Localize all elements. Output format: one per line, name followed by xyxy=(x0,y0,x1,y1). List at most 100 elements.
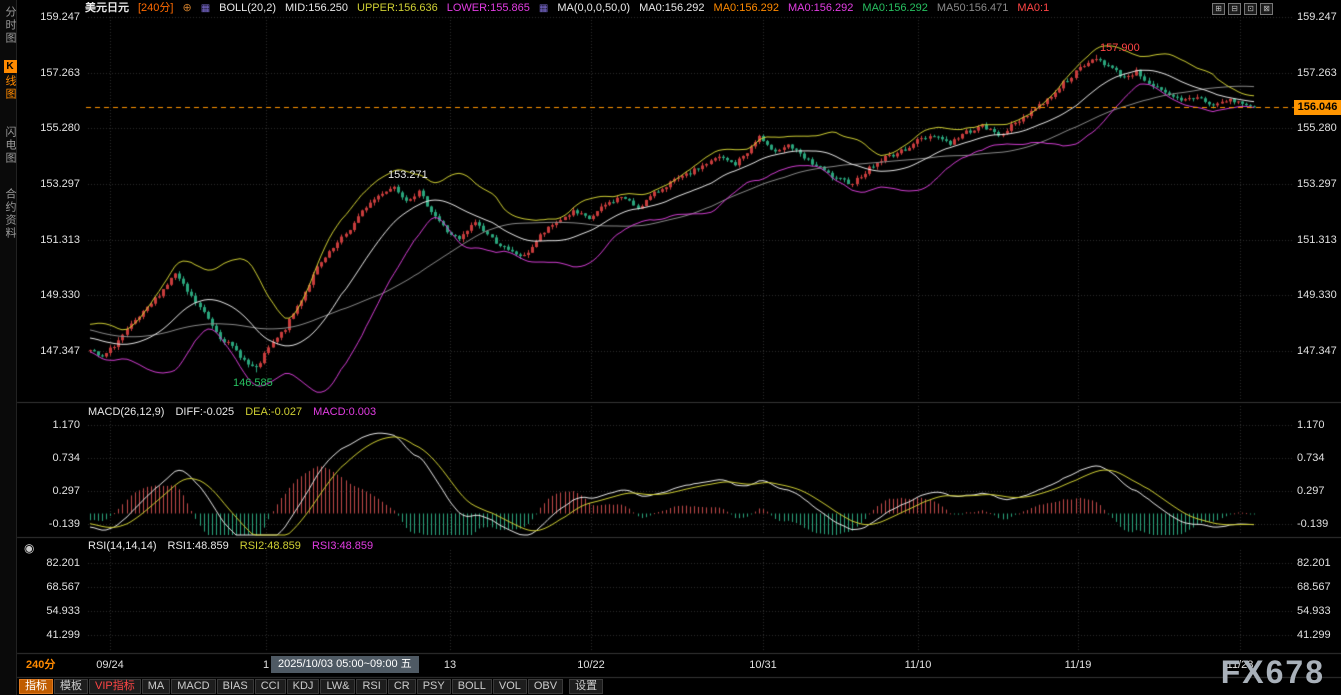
price-axis-label: 157.263 xyxy=(1297,67,1337,80)
kline-k-badge: K xyxy=(4,60,17,73)
price-axis-label: 159.247 xyxy=(20,11,80,24)
x-axis-label: 13 xyxy=(444,659,456,672)
macd-axis-label: 0.297 xyxy=(1297,485,1325,498)
high-price-annotation: 157.900 xyxy=(1100,42,1140,55)
toolbar-button-kdj[interactable]: KDJ xyxy=(287,679,320,694)
toolbar-button-ma[interactable]: MA xyxy=(142,679,171,694)
x-axis-label: 1 xyxy=(263,659,269,672)
rsi-axis-label: 54.933 xyxy=(20,605,80,618)
price-axis-label: 151.313 xyxy=(20,234,80,247)
rsi-axis-label: 54.933 xyxy=(1297,605,1331,618)
ma-value-1: MA0:156.292 xyxy=(639,2,704,15)
price-axis-label: 153.297 xyxy=(1297,178,1337,191)
circle-plus-icon[interactable]: ⊕ xyxy=(182,2,191,15)
toolbar-button-indicator[interactable]: 指标 xyxy=(19,679,53,694)
rsi-panel-icon[interactable]: ◉ xyxy=(24,542,34,555)
price-axis-label: 149.330 xyxy=(1297,289,1337,302)
price-axis-label: 155.280 xyxy=(20,122,80,135)
rsi-legend: RSI(14,14,14) RSI1:48.859 RSI2:48.859 RS… xyxy=(88,540,381,553)
current-price-tag: 156.046 xyxy=(1294,100,1341,115)
macd-axis-label: 1.170 xyxy=(20,419,80,432)
price-axis-label: 149.330 xyxy=(20,289,80,302)
toolbar-button-vol[interactable]: VOL xyxy=(493,679,527,694)
ma-value-4: MA0:156.292 xyxy=(862,2,927,15)
boll-indicator-icon[interactable]: ▦ xyxy=(201,2,210,15)
window-control-icon-2[interactable]: ⊟ xyxy=(1228,3,1241,15)
price-axis-label: 153.297 xyxy=(20,178,80,191)
macd-axis-label: 0.297 xyxy=(20,485,80,498)
chart-header: 美元日元 [240分] ⊕ ▦ BOLL(20,2) MID:156.250 U… xyxy=(85,2,1049,15)
chart-canvas[interactable] xyxy=(0,0,1341,695)
price-axis-label: 147.347 xyxy=(1297,345,1337,358)
sidebar-item-flash-chart[interactable]: 闪电图 xyxy=(2,126,18,165)
toolbar-button-rsi[interactable]: RSI xyxy=(356,679,386,694)
ma-indicator-icon[interactable]: ▦ xyxy=(539,2,548,15)
x-axis-label: 11/19 xyxy=(1065,659,1092,672)
rsi1-value: RSI1:48.859 xyxy=(168,540,229,552)
toolbar-button-psy[interactable]: PSY xyxy=(417,679,451,694)
toolbar-button-template[interactable]: 模板 xyxy=(54,679,88,694)
rsi3-value: RSI3:48.859 xyxy=(312,540,373,552)
toolbar-button-macd[interactable]: MACD xyxy=(171,679,215,694)
sidebar-item-time-chart[interactable]: 分时图 xyxy=(2,6,18,45)
boll-mid-value: MID:156.250 xyxy=(285,2,348,15)
rsi2-value: RSI2:48.859 xyxy=(240,540,301,552)
sidebar-item-kline-chart[interactable]: K 线图 xyxy=(2,60,18,101)
boll-label: BOLL(20,2) xyxy=(219,2,276,15)
ma50-value: MA50:156.471 xyxy=(937,2,1009,15)
rsi-axis-label: 82.201 xyxy=(1297,557,1331,570)
macd-axis-label: -0.139 xyxy=(20,518,80,531)
price-axis-label: 147.347 xyxy=(20,345,80,358)
toolbar-button-settings[interactable]: 设置 xyxy=(569,679,603,694)
toolbar-button-boll[interactable]: BOLL xyxy=(452,679,492,694)
left-sidebar: 分时图 K 线图 闪电图 合约资料 xyxy=(0,0,17,695)
price-axis-label: 157.263 xyxy=(20,67,80,80)
rsi-axis-label: 68.567 xyxy=(20,581,80,594)
ma-value-2: MA0:156.292 xyxy=(714,2,779,15)
symbol-name: 美元日元 xyxy=(85,2,129,15)
macd-legend: MACD(26,12,9) DIFF:-0.025 DEA:-0.027 MAC… xyxy=(88,406,384,419)
indicator-toolbar: 指标 模板 VIP指标 MA MACD BIAS CCI KDJ LW& RSI… xyxy=(17,678,603,695)
macd-diff-value: DIFF:-0.025 xyxy=(175,406,234,418)
toolbar-button-bias[interactable]: BIAS xyxy=(217,679,254,694)
fx678-watermark: FX678 xyxy=(1221,655,1325,689)
price-axis-label: 151.313 xyxy=(1297,234,1337,247)
x-axis-label: 10/22 xyxy=(577,659,605,672)
toolbar-button-cr[interactable]: CR xyxy=(388,679,416,694)
ma-value-3: MA0:156.292 xyxy=(788,2,853,15)
crosshair-date-tooltip: 2025/10/03 05:00~09:00 五 xyxy=(271,656,419,673)
price-axis-label: 159.247 xyxy=(1297,11,1337,24)
rsi-axis-label: 68.567 xyxy=(1297,581,1331,594)
window-controls: ⊞ ⊟ ⊡ ⊠ xyxy=(1212,3,1273,15)
rsi-axis-label: 41.299 xyxy=(1297,629,1331,642)
macd-label: MACD(26,12,9) xyxy=(88,406,164,418)
macd-value: MACD:0.003 xyxy=(313,406,376,418)
sidebar-item-contract-info[interactable]: 合约资料 xyxy=(2,188,18,240)
macd-axis-label: 0.734 xyxy=(1297,452,1325,465)
rsi-axis-label: 82.201 xyxy=(20,557,80,570)
toolbar-button-vip-indicator[interactable]: VIP指标 xyxy=(89,679,141,694)
interval-label: [240分] xyxy=(138,2,173,15)
x-axis-label: 09/24 xyxy=(96,659,124,672)
toolbar-button-obv[interactable]: OBV xyxy=(528,679,563,694)
timeframe-label[interactable]: 240分 xyxy=(26,659,55,672)
kline-label: 线图 xyxy=(4,75,16,101)
price-axis-label: 155.280 xyxy=(1297,122,1337,135)
low-price-annotation: 146.585 xyxy=(233,377,273,390)
x-axis-label: 11/10 xyxy=(905,659,932,672)
x-axis-label: 10/31 xyxy=(749,659,777,672)
macd-axis-label: 1.170 xyxy=(1297,419,1325,432)
toolbar-button-lwr[interactable]: LW& xyxy=(320,679,355,694)
window-control-icon-4[interactable]: ⊠ xyxy=(1260,3,1273,15)
ma-label: MA(0,0,0,50,0) xyxy=(557,2,630,15)
boll-upper-value: UPPER:156.636 xyxy=(357,2,438,15)
macd-axis-label: -0.139 xyxy=(1297,518,1328,531)
toolbar-button-cci[interactable]: CCI xyxy=(255,679,286,694)
window-control-icon-3[interactable]: ⊡ xyxy=(1244,3,1257,15)
rsi-axis-label: 41.299 xyxy=(20,629,80,642)
window-control-icon-1[interactable]: ⊞ xyxy=(1212,3,1225,15)
rsi-label: RSI(14,14,14) xyxy=(88,540,156,552)
macd-axis-label: 0.734 xyxy=(20,452,80,465)
macd-dea-value: DEA:-0.027 xyxy=(245,406,302,418)
boll-lower-value: LOWER:155.865 xyxy=(447,2,530,15)
